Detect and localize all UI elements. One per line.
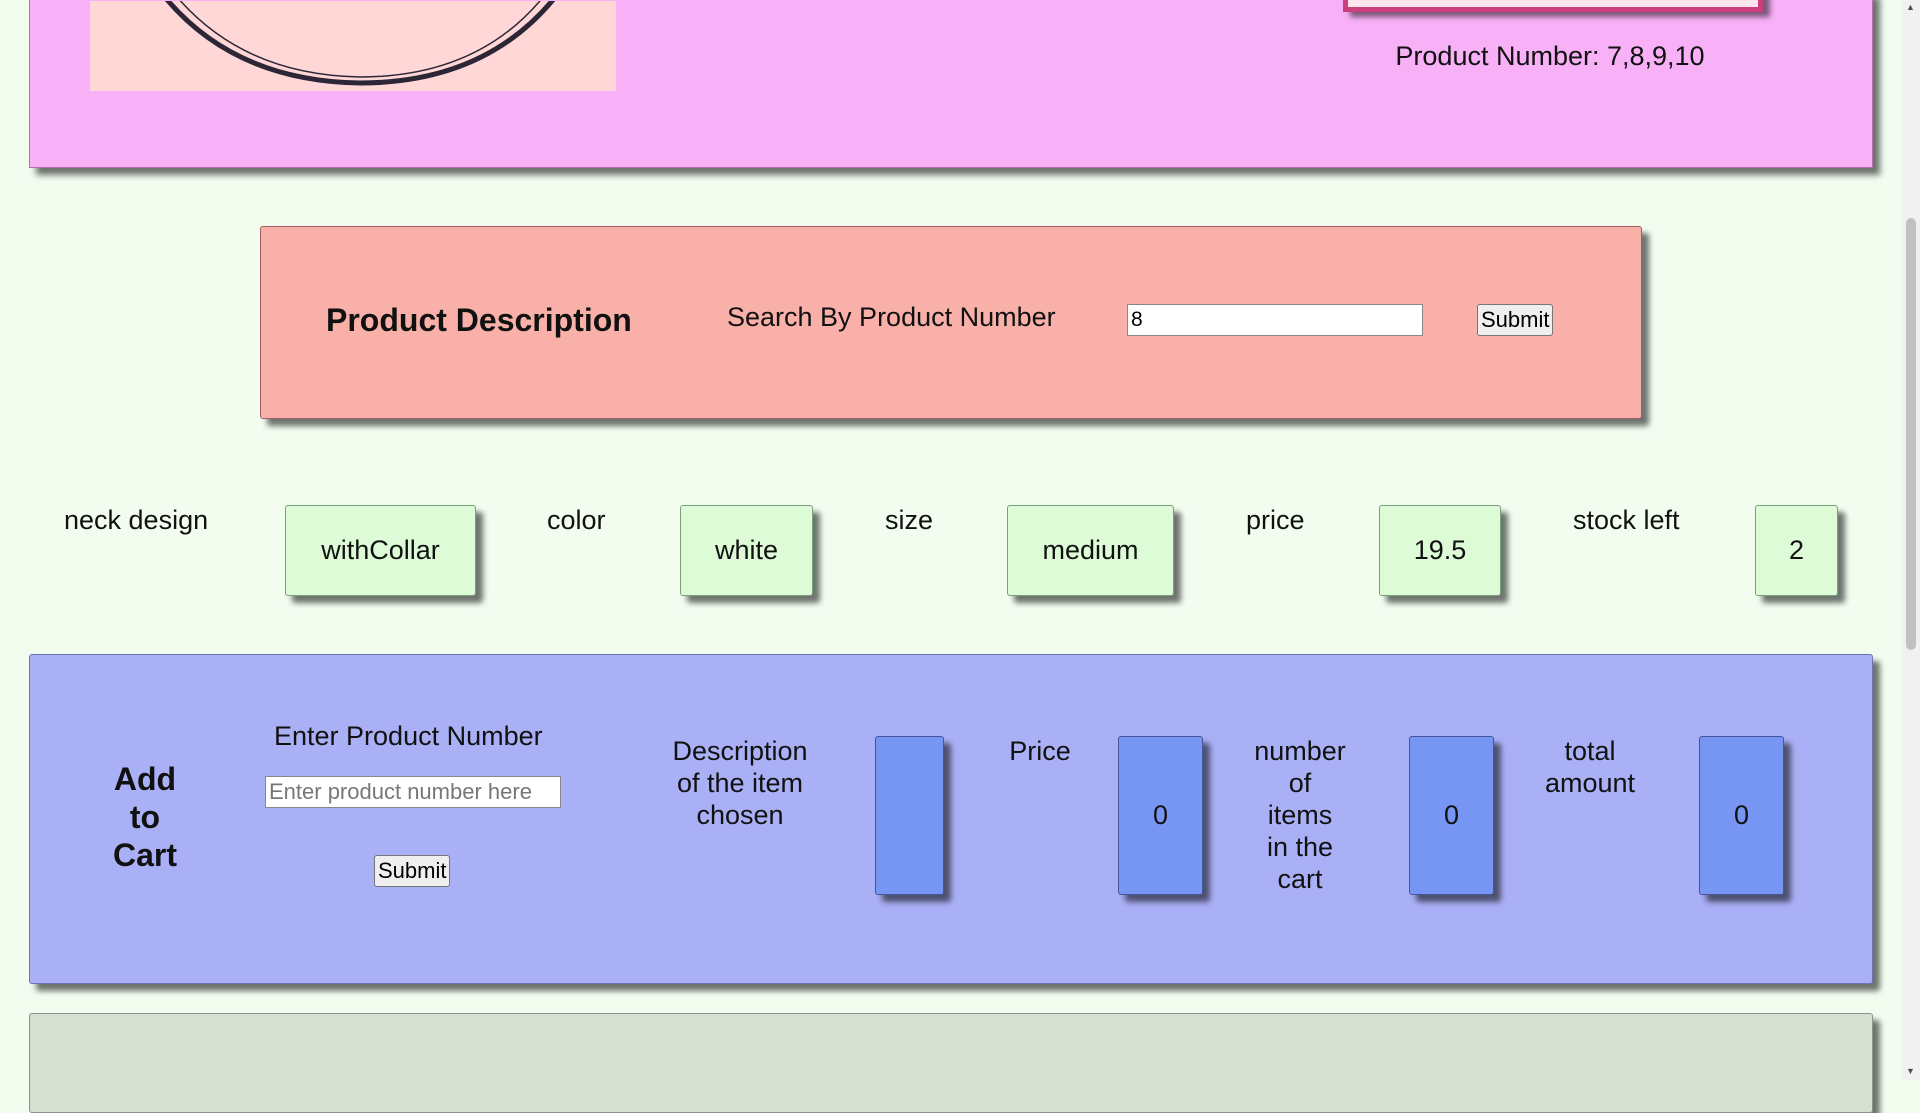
neck-design-value: withCollar	[285, 505, 476, 596]
item-description-label-line: chosen	[696, 800, 784, 830]
product-image-frame	[1343, 0, 1763, 12]
color-value: white	[680, 505, 813, 596]
stock-left-value: 2	[1755, 505, 1838, 596]
page-scrollbar[interactable]: ▲ ▼	[1902, 0, 1920, 1080]
plate-outline-icon	[164, 1, 556, 86]
add-to-cart-title-line: Add	[113, 761, 177, 797]
item-count-label-line: number	[1254, 736, 1346, 766]
total-amount-label-line: total	[1564, 736, 1616, 766]
add-to-cart-title: Add to Cart	[90, 760, 200, 874]
add-to-cart-title-line: Cart	[112, 837, 177, 873]
item-count-value: 0	[1409, 736, 1494, 895]
stock-left-label: stock left	[1573, 505, 1680, 535]
scroll-down-icon[interactable]: ▼	[1906, 1066, 1915, 1076]
cart-price-label: Price	[1009, 736, 1071, 766]
item-count-label-line: items	[1267, 800, 1333, 830]
item-count-label: number of items in the cart	[1245, 735, 1355, 895]
add-to-cart-panel: Add to Cart Enter Product Number Submit …	[29, 654, 1873, 984]
product-number-list: Product Number: 7,8,9,10	[1395, 41, 1705, 71]
item-count-label-line: of	[1288, 768, 1312, 798]
color-label: color	[547, 505, 606, 535]
item-count-label-line: in the	[1266, 832, 1334, 862]
product-banner: Product Number: 7,8,9,10	[29, 0, 1873, 168]
add-to-cart-title-line: to	[129, 799, 161, 835]
product-description-panel: Product Description Search By Product Nu…	[260, 226, 1642, 419]
item-description-label-line: of the item	[676, 768, 804, 798]
scrollbar-thumb[interactable]	[1906, 218, 1916, 650]
product-description-title: Product Description	[326, 302, 632, 338]
enter-product-number-label: Enter Product Number	[274, 721, 543, 751]
size-value: medium	[1007, 505, 1174, 596]
item-description-value	[875, 736, 944, 895]
search-product-number-input[interactable]	[1127, 304, 1423, 336]
item-count-label-line: cart	[1277, 864, 1323, 894]
cart-price-value: 0	[1118, 736, 1203, 895]
total-amount-value: 0	[1699, 736, 1784, 895]
item-description-label: Description of the item chosen	[665, 735, 815, 831]
total-amount-label: total amount	[1535, 735, 1645, 799]
price-value: 19.5	[1379, 505, 1501, 596]
search-submit-button[interactable]: Submit	[1477, 304, 1554, 336]
search-label: Search By Product Number	[727, 302, 1056, 332]
size-label: size	[885, 505, 934, 535]
cart-submit-button[interactable]: Submit	[374, 855, 451, 887]
price-label: price	[1246, 505, 1305, 535]
cart-product-number-input[interactable]	[265, 776, 561, 808]
scroll-up-icon[interactable]: ▲	[1906, 2, 1915, 12]
total-amount-label-line: amount	[1544, 768, 1636, 798]
product-image	[90, 1, 616, 91]
neck-design-label: neck design	[64, 505, 209, 535]
item-description-label-line: Description	[672, 736, 808, 766]
bottom-panel	[29, 1013, 1873, 1113]
